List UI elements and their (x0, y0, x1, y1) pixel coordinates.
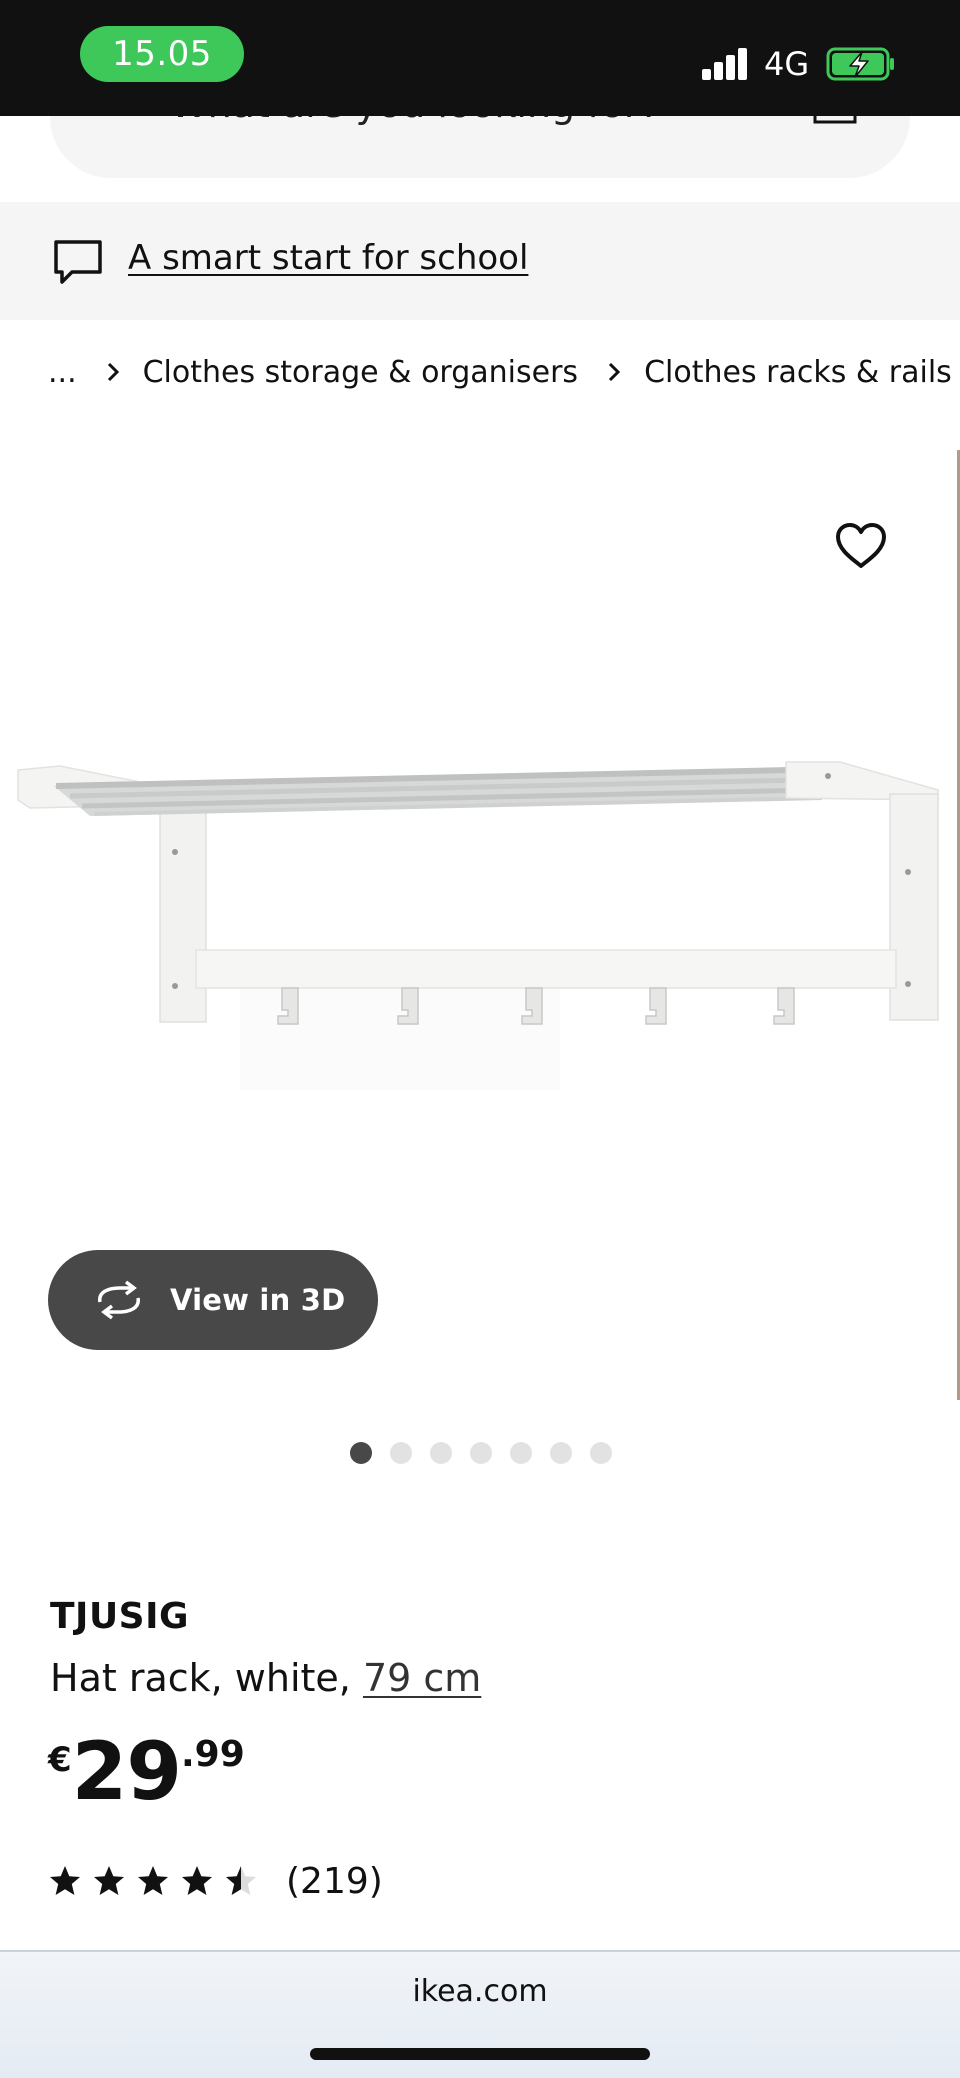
product-image-gallery[interactable]: View in 3D (0, 440, 960, 1400)
product-price: € 29 .99 (48, 1722, 245, 1822)
breadcrumb-item-more[interactable]: ... (48, 355, 77, 390)
search-area (0, 56, 960, 202)
speech-bubble-icon (54, 240, 102, 284)
price-integer: 29 (71, 1725, 182, 1818)
status-time: 15.05 (80, 26, 244, 82)
star-full-icon (182, 1866, 212, 1895)
star-full-icon (94, 1866, 124, 1895)
home-indicator[interactable] (310, 2048, 650, 2060)
product-rating[interactable]: (219) (48, 1856, 383, 1906)
carousel-dot[interactable] (590, 1442, 612, 1464)
carousel-indicator (350, 1442, 612, 1464)
breadcrumb: ... Clothes storage & organisers Clothes… (48, 348, 952, 396)
rotate-3d-icon (98, 1280, 140, 1320)
chevron-right-icon (609, 362, 621, 382)
breadcrumb-item-clothes-storage[interactable]: Clothes storage & organisers (143, 355, 578, 390)
hat-rack-product-image (17, 761, 939, 1090)
carousel-dot[interactable] (390, 1442, 412, 1464)
product-description: Hat rack, white, 79 cm (50, 1656, 481, 1700)
carousel-dot[interactable] (550, 1442, 572, 1464)
chevron-right-icon (107, 362, 119, 382)
carousel-dot[interactable] (350, 1442, 372, 1464)
price-currency: € (48, 1740, 72, 1780)
carousel-dot[interactable] (430, 1442, 452, 1464)
review-count[interactable]: (219) (286, 1861, 383, 1902)
product-type-text: Hat rack, white, (50, 1656, 351, 1700)
breadcrumb-item-clothes-racks[interactable]: Clothes racks & rails (644, 355, 952, 390)
browser-address-bar[interactable]: ikea.com (0, 1950, 960, 2078)
carousel-dot[interactable] (470, 1442, 492, 1464)
heart-favourite-icon[interactable] (834, 522, 888, 570)
network-type: 4G (764, 45, 810, 83)
battery-charging-icon (826, 47, 894, 81)
promo-link[interactable]: A smart start for school (128, 236, 528, 280)
price-decimal: .99 (181, 1734, 245, 1775)
product-name: TJUSIG (50, 1596, 190, 1637)
view-in-3d-label: View in 3D (170, 1283, 346, 1317)
star-full-icon (138, 1866, 168, 1895)
carousel-dot[interactable] (510, 1442, 532, 1464)
promo-banner: A smart start for school (0, 202, 960, 320)
star-half-icon (226, 1866, 256, 1895)
browser-url[interactable]: ikea.com (0, 1974, 960, 2009)
status-bar: 15.05 4G (0, 0, 960, 116)
product-size-link[interactable]: 79 cm (363, 1656, 481, 1700)
star-full-icon (50, 1866, 80, 1895)
signal-icon (702, 48, 748, 80)
view-in-3d-button[interactable]: View in 3D (48, 1250, 378, 1350)
